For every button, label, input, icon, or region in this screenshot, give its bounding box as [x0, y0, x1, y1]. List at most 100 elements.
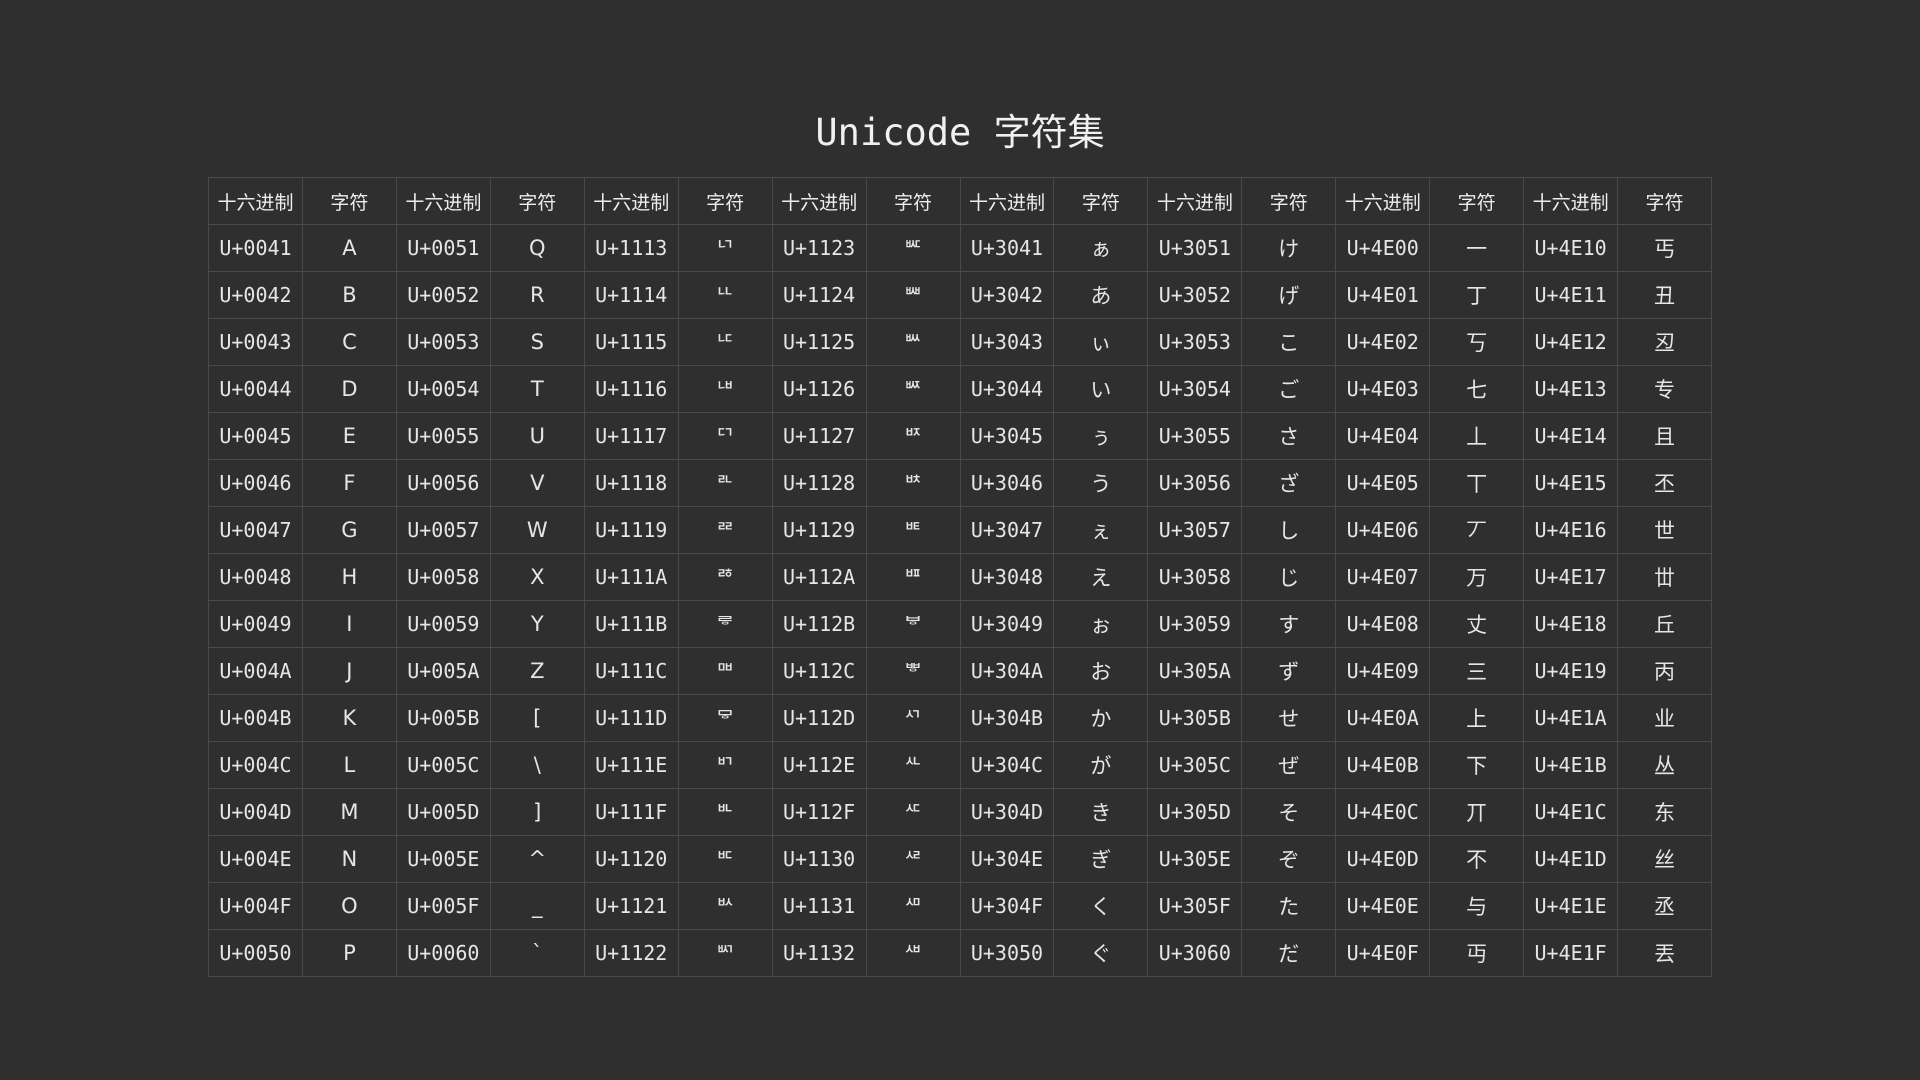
character-cell: ご [1241, 365, 1337, 413]
character-cell: ᄗ [677, 412, 773, 460]
character-cell: 专 [1617, 365, 1712, 413]
column-header-hex: 十六进制 [1335, 177, 1431, 225]
table-row: U+0045 E U+0055 U U+1117 ᄗ U+1127 ᄧ U+3045 ぅ U+305… [208, 412, 1712, 460]
hex-code-cell: U+4E11 [1523, 271, 1619, 319]
hex-code-cell: U+0045 [208, 412, 303, 460]
table-row: U+0043 C U+0053 S U+1115 ᄕ U+1125 ᄥ U+3043 ぃ U+305… [208, 318, 1712, 366]
hex-code-cell: U+4E06 [1335, 506, 1431, 554]
character-cell: P [301, 929, 397, 977]
table-row: U+0042 B U+0052 R U+1114 ᄔ U+1124 ᄤ U+3042 あ U+305… [208, 271, 1712, 319]
hex-code-cell: U+112C [771, 647, 867, 695]
table-row: U+0046 F U+0056 V U+1118 ᄘ U+1128 ᄨ U+3046 う U+305… [208, 459, 1712, 507]
hex-code-cell: U+3041 [959, 224, 1055, 272]
hex-code-cell: U+0047 [208, 506, 303, 554]
hex-code-cell: U+0051 [395, 224, 491, 272]
character-cell: ᄭ [865, 694, 961, 742]
character-cell: 丕 [1617, 459, 1712, 507]
column-header-hex: 十六进制 [1523, 177, 1619, 225]
hex-code-cell: U+4E0F [1335, 929, 1431, 977]
hex-code-cell: U+0059 [395, 600, 491, 648]
hex-code-cell: U+1122 [583, 929, 679, 977]
table-row: U+0050 P U+0060 ` U+1122 ᄢ U+1132 ᄲ U+3050 ぐ U+306… [208, 929, 1712, 977]
hex-code-cell: U+4E1C [1523, 788, 1619, 836]
hex-code-cell: U+1128 [771, 459, 867, 507]
hex-code-cell: U+1116 [583, 365, 679, 413]
hex-code-cell: U+0060 [395, 929, 491, 977]
character-cell: 丝 [1617, 835, 1712, 883]
hex-code-cell: U+004E [208, 835, 303, 883]
hex-code-cell: U+112E [771, 741, 867, 789]
hex-code-cell: U+4E1D [1523, 835, 1619, 883]
hex-code-cell: U+305F [1147, 882, 1243, 930]
hex-code-cell: U+4E1E [1523, 882, 1619, 930]
character-cell: ᄤ [865, 271, 961, 319]
column-header-char: 字符 [489, 177, 585, 225]
character-cell: 丞 [1617, 882, 1712, 930]
hex-code-cell: U+0044 [208, 365, 303, 413]
character-cell: ᄪ [865, 553, 961, 601]
hex-code-cell: U+4E00 [1335, 224, 1431, 272]
character-cell: Z [489, 647, 585, 695]
hex-code-cell: U+111A [583, 553, 679, 601]
hex-code-cell: U+004A [208, 647, 303, 695]
character-cell: え [1053, 553, 1149, 601]
character-cell: ぉ [1053, 600, 1149, 648]
hex-code-cell: U+4E19 [1523, 647, 1619, 695]
character-cell: ᄡ [677, 882, 773, 930]
hex-code-cell: U+4E07 [1335, 553, 1431, 601]
character-cell: 丏 [1429, 929, 1525, 977]
column-header-char: 字符 [865, 177, 961, 225]
character-cell: ᄣ [865, 224, 961, 272]
character-cell: 世 [1617, 506, 1712, 554]
hex-code-cell: U+112D [771, 694, 867, 742]
character-cell: L [301, 741, 397, 789]
hex-code-cell: U+004D [208, 788, 303, 836]
character-cell: 丟 [1617, 929, 1712, 977]
character-cell: す [1241, 600, 1337, 648]
hex-code-cell: U+3056 [1147, 459, 1243, 507]
hex-code-cell: U+4E17 [1523, 553, 1619, 601]
hex-code-cell: U+1113 [583, 224, 679, 272]
hex-code-cell: U+0057 [395, 506, 491, 554]
hex-code-cell: U+305E [1147, 835, 1243, 883]
column-header-char: 字符 [1617, 177, 1712, 225]
column-header-hex: 十六进制 [583, 177, 679, 225]
character-cell: O [301, 882, 397, 930]
character-cell: ぁ [1053, 224, 1149, 272]
hex-code-cell: U+005C [395, 741, 491, 789]
hex-code-cell: U+0054 [395, 365, 491, 413]
character-cell: ぎ [1053, 835, 1149, 883]
character-cell: E [301, 412, 397, 460]
character-cell: ぃ [1053, 318, 1149, 366]
character-cell: ᄥ [865, 318, 961, 366]
character-cell: 丛 [1617, 741, 1712, 789]
hex-code-cell: U+3054 [1147, 365, 1243, 413]
hex-code-cell: U+3050 [959, 929, 1055, 977]
character-cell: 丗 [1617, 553, 1712, 601]
character-cell: W [489, 506, 585, 554]
character-cell: U [489, 412, 585, 460]
hex-code-cell: U+4E0E [1335, 882, 1431, 930]
column-header-char: 字符 [1241, 177, 1337, 225]
character-cell: ^ [489, 835, 585, 883]
hex-code-cell: U+111B [583, 600, 679, 648]
hex-code-cell: U+4E02 [1335, 318, 1431, 366]
column-header-hex: 十六进制 [395, 177, 491, 225]
hex-code-cell: U+1126 [771, 365, 867, 413]
table-row: U+0049 I U+0059 Y U+111B ᄛ U+112B ᄫ U+3049 ぉ U+305… [208, 600, 1712, 648]
hex-code-cell: U+4E13 [1523, 365, 1619, 413]
character-cell: K [301, 694, 397, 742]
hex-code-cell: U+4E1A [1523, 694, 1619, 742]
character-cell: 丑 [1617, 271, 1712, 319]
character-cell: い [1053, 365, 1149, 413]
character-cell: R [489, 271, 585, 319]
hex-code-cell: U+0055 [395, 412, 491, 460]
hex-code-cell: U+4E10 [1523, 224, 1619, 272]
character-cell: 丐 [1617, 224, 1712, 272]
hex-code-cell: U+0041 [208, 224, 303, 272]
hex-code-cell: U+111D [583, 694, 679, 742]
hex-code-cell: U+3045 [959, 412, 1055, 460]
character-cell: 丘 [1617, 600, 1712, 648]
page-title: Unicode 字符集 [815, 111, 1105, 154]
hex-code-cell: U+005B [395, 694, 491, 742]
